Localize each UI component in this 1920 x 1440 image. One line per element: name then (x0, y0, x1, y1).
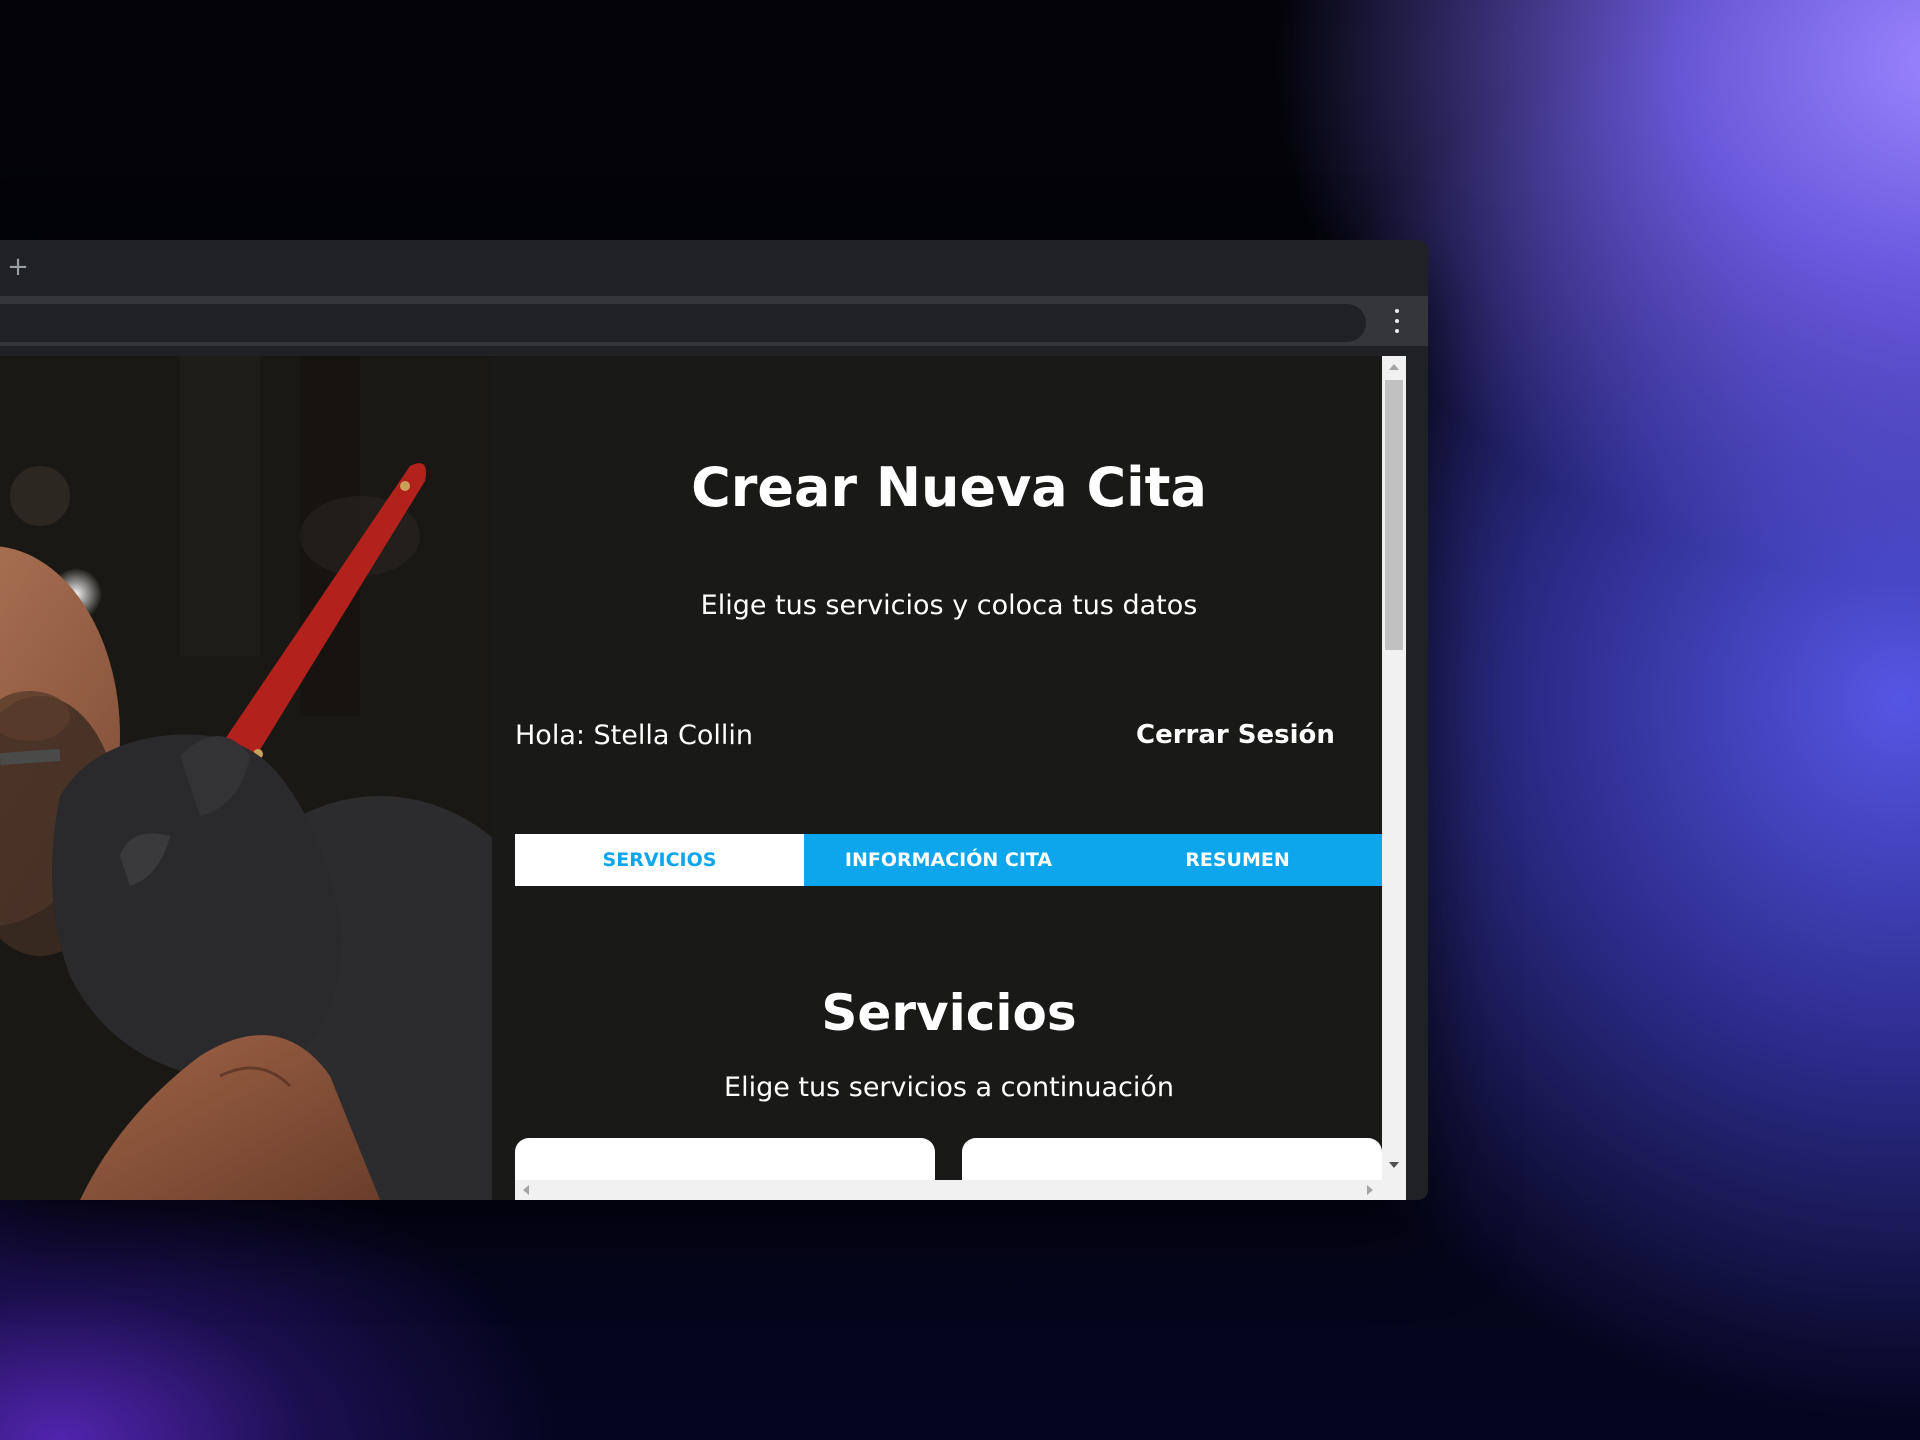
tab-servicios[interactable]: SERVICIOS (515, 834, 804, 886)
scroll-up-arrow-icon[interactable] (1389, 364, 1399, 370)
tab-informacion-cita[interactable]: INFORMACIÓN CITA (804, 834, 1093, 886)
vertical-scrollbar[interactable] (1382, 356, 1406, 1200)
barber-shaving-photo (0, 356, 492, 1200)
page-title: Crear Nueva Cita (691, 456, 1207, 519)
browser-toolbar (0, 296, 1428, 346)
services-title: Servicios (821, 984, 1077, 1042)
scroll-down-arrow-icon[interactable] (1389, 1162, 1399, 1168)
step-tabs: SERVICIOS INFORMACIÓN CITA RESUMEN (515, 834, 1382, 886)
page-viewport: Crear Nueva Cita Elige tus servicios y c… (0, 356, 1406, 1200)
kebab-menu-icon[interactable] (1386, 306, 1408, 336)
services-subtitle: Elige tus servicios a continuación (724, 1072, 1174, 1103)
scroll-left-arrow-icon[interactable] (523, 1185, 529, 1195)
tab-strip: + (0, 240, 1428, 296)
tab-resumen[interactable]: RESUMEN (1093, 834, 1382, 886)
user-greeting: Hola: Stella Collin (515, 720, 754, 751)
browser-window: + Crear Nueva Cita Elige tus servicios y… (0, 240, 1428, 1200)
horizontal-scrollbar[interactable] (515, 1180, 1382, 1200)
scrollbar-thumb[interactable] (1385, 380, 1403, 650)
page-subtitle: Elige tus servicios y coloca tus datos (700, 590, 1198, 621)
hero-image (0, 356, 492, 1200)
booking-panel: Crear Nueva Cita Elige tus servicios y c… (492, 356, 1382, 1200)
address-bar[interactable] (0, 304, 1366, 342)
logout-link[interactable]: Cerrar Sesión (1136, 720, 1335, 750)
scroll-right-arrow-icon[interactable] (1367, 1185, 1373, 1195)
new-tab-button[interactable]: + (6, 250, 30, 284)
